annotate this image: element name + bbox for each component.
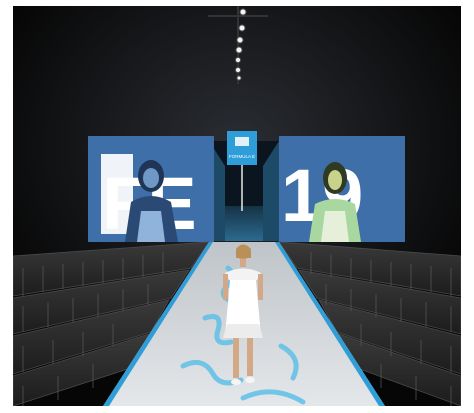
- center-logo-text: FORMULA E: [229, 154, 255, 159]
- runway-scene: FE 19 FORMULA E: [13, 6, 461, 406]
- right-screen: 19: [279, 136, 405, 242]
- left-screen: FE: [88, 136, 214, 245]
- runway-photo: FE 19 FORMULA E: [13, 6, 461, 406]
